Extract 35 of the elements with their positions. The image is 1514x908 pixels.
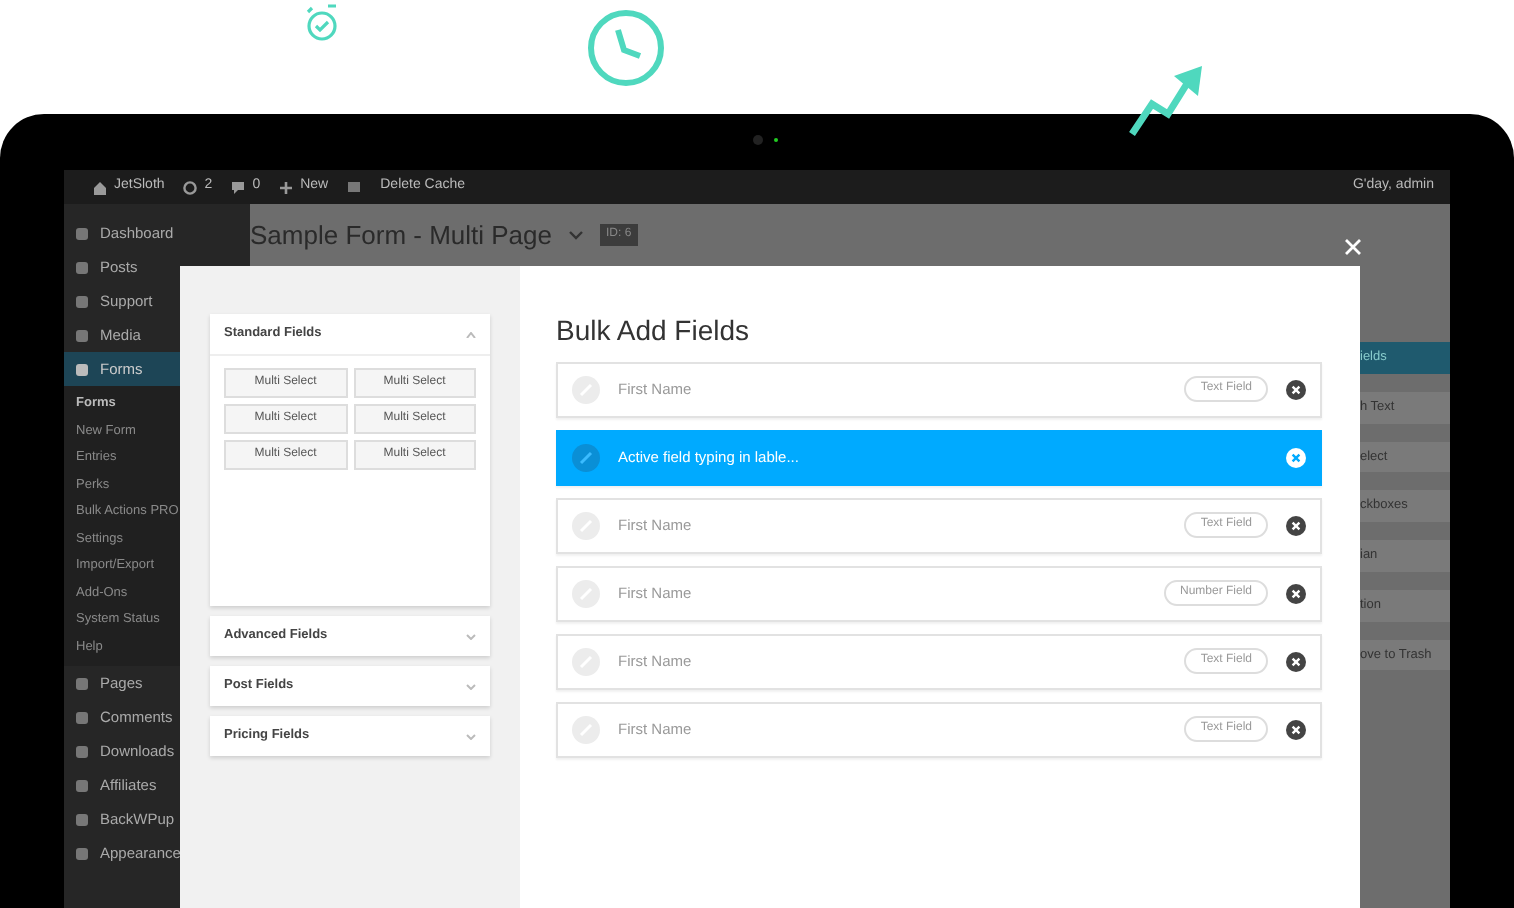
speech-bubble-icon [230, 179, 247, 195]
caret-icon [568, 229, 584, 241]
menu-icon [74, 845, 90, 861]
stopwatch-icon [302, 2, 342, 42]
remove-icon[interactable] [1286, 651, 1306, 672]
menu-icon [74, 361, 90, 377]
home-icon [92, 179, 108, 195]
remove-icon[interactable] [1286, 719, 1306, 740]
caret-down-icon [466, 683, 476, 689]
remove-icon[interactable] [1286, 379, 1306, 400]
modal-title: Bulk Add Fields [556, 314, 751, 348]
menu-icon [74, 811, 90, 827]
camera-icon [752, 134, 764, 146]
menu-icon [74, 259, 90, 275]
page-title: Sample Form - Multi Page [250, 217, 552, 254]
plus-icon [278, 179, 295, 195]
caret-down-icon [466, 633, 476, 639]
indicator-light-icon [774, 138, 778, 142]
remove-icon[interactable] [1286, 583, 1306, 604]
menu-icon [74, 225, 90, 241]
caret-up-icon [466, 331, 476, 337]
menu-icon [74, 293, 90, 309]
refresh-icon [182, 179, 199, 195]
clock-icon [586, 8, 666, 88]
pencil-icon [572, 443, 600, 472]
menu-icon [74, 777, 90, 793]
menu-icon [74, 327, 90, 343]
menu-icon [74, 675, 90, 691]
caret-down-icon [466, 733, 476, 739]
flag-icon-link[interactable] [346, 179, 363, 195]
close-icon[interactable] [1344, 238, 1362, 256]
remove-icon[interactable] [1286, 515, 1306, 536]
menu-icon [74, 743, 90, 759]
flag-icon [346, 179, 363, 195]
menu-icon [74, 709, 90, 725]
